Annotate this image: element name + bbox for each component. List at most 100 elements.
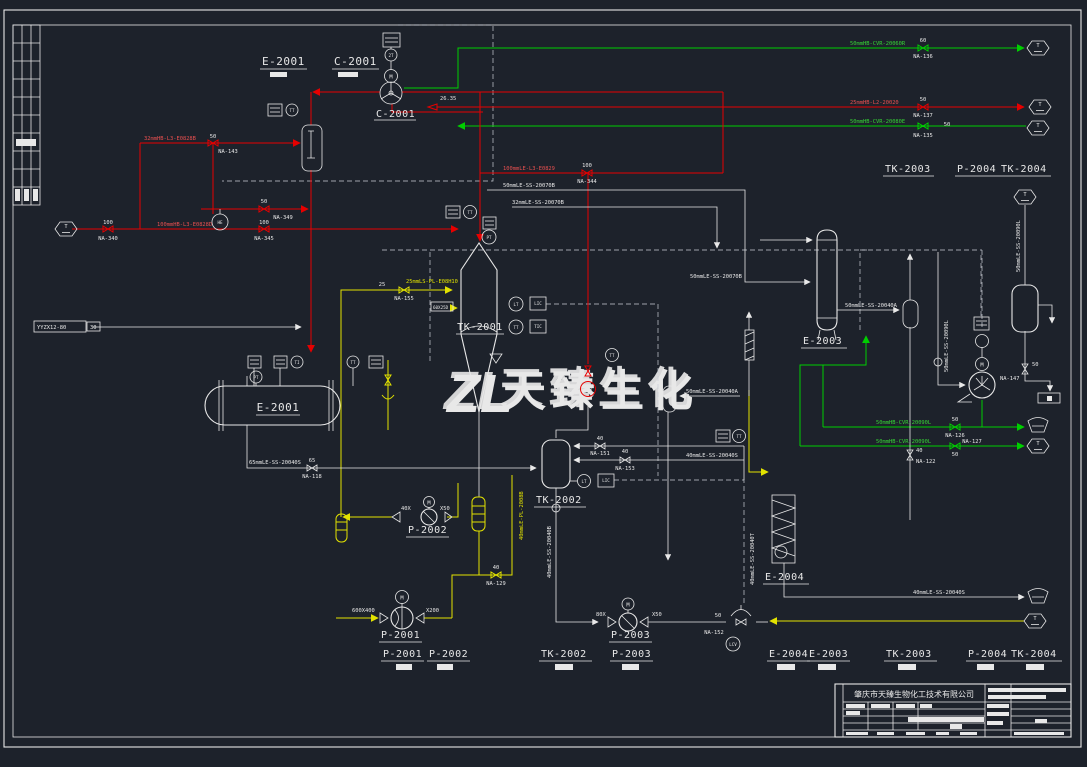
reducer-note: X200 (426, 608, 439, 614)
tag-tk2002: TK-2002 (536, 495, 582, 506)
reducer-note: X50 (440, 506, 450, 512)
coil-exchanger-e2004 (772, 495, 795, 563)
line-label: 100mmHB-L3-E0828D (157, 222, 212, 228)
line-label-vertical: 50mmLE-SS-20090L (944, 320, 950, 372)
line-label: 32mmHB-L3-E0828B (144, 136, 196, 142)
bottom-equipment-row: P-2001 P-2002 TK-2002 P-2003 E-2004 E-20… (381, 649, 1062, 670)
tt-bubble: TT (513, 325, 519, 330)
funnel-connector (1028, 589, 1048, 604)
valve-size: 50 (1032, 362, 1039, 368)
connector-letter: T (1033, 616, 1037, 622)
valve-tag: NA-349 (273, 215, 292, 221)
line-label: 50mmLE-SS-20070B (503, 183, 555, 189)
bottom-tag: P-2003 (612, 649, 651, 660)
valve-size: 50 (952, 452, 959, 458)
reducer-note: 40X (401, 506, 411, 512)
funnel-connector (1028, 418, 1048, 433)
control-valve-lcv: LCV (726, 605, 751, 651)
valve-size: 100 (103, 220, 113, 226)
tt-bubble: TT (467, 210, 473, 215)
cad-canvas: ZL ZL 天臻生化 天臻生化 (0, 0, 1087, 767)
valve-tag: NA-129 (486, 581, 505, 587)
line-label-vertical: 40mmLE-SS-20040B (547, 526, 553, 578)
feed-stream-box: YYZX12-80 30 (34, 321, 100, 332)
connector-letter: T (1038, 102, 1042, 108)
instrument-box (446, 206, 460, 218)
motor-icon: M (389, 75, 393, 81)
connector-letter: T (1036, 441, 1040, 447)
line-labels: 50mmHB-CVR-20060R 60 NA-136 25mmHB-L2-20… (34, 38, 1039, 636)
ti-bubble: TI (294, 360, 300, 365)
equipment-tags: E-2001 C-2001 C-2001 TK-2001 E-2001 P-20… (256, 55, 1051, 642)
line-label: 25mmLS-PL-E08H10 (406, 279, 458, 285)
valve-size: 50 (920, 97, 927, 103)
line-label: 25mmHB-L2-20020 (850, 100, 899, 106)
motor-icon: M (427, 501, 431, 507)
valve-tag: NA-345 (254, 236, 273, 242)
tag-e2001: E-2001 (257, 401, 300, 414)
line-label: 50mmLE-SS-20070B (690, 274, 742, 280)
pt-bubble: PT (486, 235, 492, 240)
drain-box (1038, 393, 1060, 403)
valve-tag: NA-143 (218, 149, 237, 155)
tt-bubble: TT (289, 108, 295, 113)
valve-tag: NA-152 (704, 630, 723, 636)
connector-letter: T (64, 224, 68, 230)
watermark-text: 天臻生化 (500, 365, 696, 413)
valve-tag: NA-137 (913, 113, 932, 119)
bottom-tag: P-2001 (383, 649, 422, 660)
line-label: 50mmLE-SS-20040A (845, 303, 898, 309)
line-label: 65mmLE-SS-20040S (249, 460, 301, 466)
tag-p2003: P-2003 (611, 630, 650, 641)
instrument-box (248, 356, 261, 368)
valve-tag: NA-344 (577, 179, 596, 185)
compressor-c2001: 2T M (380, 33, 402, 104)
line-label: 50mmHB-CVR-20080E (850, 119, 905, 125)
tag-e2003: E-2003 (803, 336, 842, 347)
lt-bubble: LT (513, 302, 519, 307)
line-label: 50mmHB-CVR-20090L (876, 420, 931, 426)
tag-e2004: E-2004 (765, 572, 804, 583)
pump-p2001: M (380, 591, 424, 630)
vessel-tk2003 (903, 300, 918, 328)
line-label-vertical: 40mmLE-SS-20040T (750, 532, 756, 585)
line-label: 50mmLE-SS-20040A (686, 389, 739, 395)
separator-vessel (302, 125, 322, 171)
bottom-tag: P-2004 (968, 649, 1007, 660)
valve-size: 40 (622, 449, 629, 455)
bellows-element-1 (472, 497, 485, 531)
feed-label: YYZX12-80 (37, 325, 66, 331)
offpage-connectors: T T T T T T T (55, 41, 1060, 628)
watermark: ZL ZL 天臻生化 天臻生化 (442, 361, 699, 424)
company-name: 肇庆市天臻生物化工技术有限公司 (854, 689, 974, 699)
column-e2003 (817, 230, 837, 330)
valve-size: 40 (916, 448, 923, 454)
instrument-box (274, 356, 287, 368)
line-label: 40mmLE-SS-20040S (913, 590, 965, 596)
line-label: 32mmLE-SS-20070B (512, 200, 564, 206)
tt-bubble: TT (736, 434, 742, 439)
bottom-tag: TK-2003 (886, 649, 932, 660)
connector-letter: T (1036, 43, 1040, 49)
tag-p2001: P-2001 (381, 630, 420, 641)
tag-e2001-header: E-2001 (262, 55, 305, 68)
valves: LCV LCV (103, 45, 1028, 651)
valve-size: 25 (379, 282, 386, 288)
tag-p2002: P-2002 (408, 525, 447, 536)
tag-tk2001: TK-2001 (457, 322, 503, 333)
valve-tag: NA-136 (913, 54, 932, 60)
tag-c2001: C-2001 (376, 109, 415, 120)
motor-icon: M (626, 603, 630, 609)
valve-size: 50 (210, 134, 217, 140)
valve-tag: NA-118 (302, 474, 321, 480)
valve-tag: NA-340 (98, 236, 117, 242)
reducer-note: X50 (652, 612, 662, 618)
line-label-vertical: 50mmLE-SS-20090L (1016, 220, 1022, 272)
instrument-box: LIC (530, 297, 546, 310)
bottom-tag: P-2002 (429, 649, 468, 660)
valve-size: 65 (309, 458, 316, 464)
lt-bubble: LT (581, 479, 587, 484)
valve-tag: NA-151 (590, 451, 609, 457)
tag-tk2003-header: TK-2003 (885, 164, 931, 175)
inline-label: 60X25D (433, 305, 449, 310)
